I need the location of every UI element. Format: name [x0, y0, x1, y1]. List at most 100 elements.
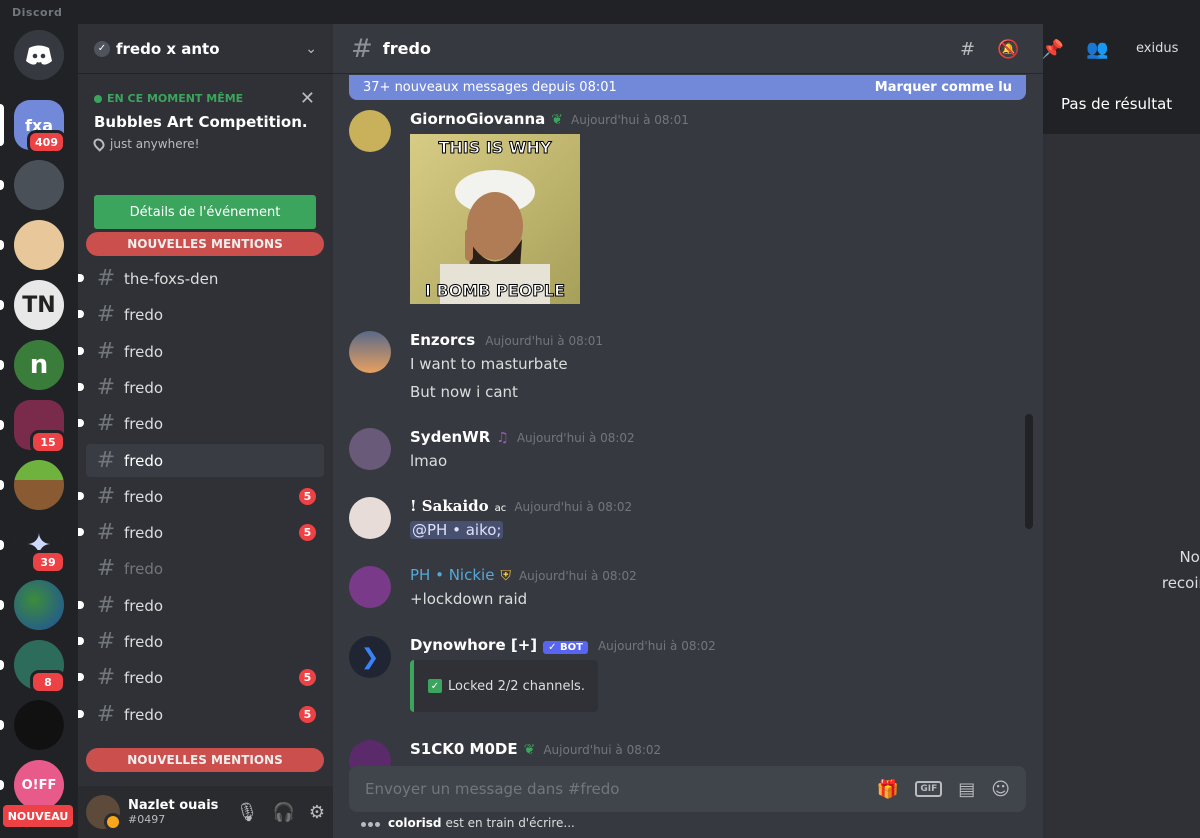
headphones-icon[interactable]: 🎧: [272, 802, 294, 823]
server-folder[interactable]: 15: [0, 400, 66, 454]
channel-item[interactable]: # fredo: [86, 552, 324, 585]
unread-indicator: [78, 347, 84, 355]
chat-area: # fredo 37+ nouveaux messages depuis 08:…: [333, 24, 1043, 838]
message-author[interactable]: Enzorcs: [410, 331, 475, 349]
server-badge: 15: [30, 430, 66, 454]
channel-item[interactable]: # fredo: [78, 625, 324, 658]
server-item[interactable]: [0, 160, 64, 210]
members-icon[interactable]: 👥: [1086, 39, 1108, 60]
message-author[interactable]: Dynowhore [+]: [410, 636, 537, 654]
channel-name: fredo: [124, 451, 164, 470]
meme-image[interactable]: THIS IS WHY I BOMB PEOPLE: [410, 134, 580, 304]
new-servers-badge[interactable]: NOUVEAU: [3, 805, 73, 827]
server-item[interactable]: 8: [0, 640, 66, 694]
mention-badge: 5: [299, 524, 316, 541]
shield-icon: ⛨: [500, 568, 511, 584]
dyno-avatar-icon[interactable]: ❯: [349, 636, 391, 678]
message: Enzorcs Aujourd'hui à 08:01 I want to mas…: [349, 331, 1019, 403]
server-badge: 8: [30, 670, 66, 694]
channel-item[interactable]: # fredo 5: [78, 698, 324, 731]
hashtag-icon: #: [96, 629, 116, 654]
message-input[interactable]: [365, 780, 877, 798]
message-time: Aujourd'hui à 08:01: [571, 113, 689, 127]
server-item[interactable]: [0, 580, 64, 630]
meme-bottom-text: I BOMB PEOPLE: [424, 281, 566, 301]
server-item[interactable]: [0, 460, 64, 510]
new-mentions-bottom[interactable]: NOUVELLES MENTIONS: [86, 748, 324, 772]
meme-figure: [440, 170, 550, 304]
settings-gear-icon[interactable]: ⚙: [309, 802, 325, 823]
message: S1CK0 M0DE ❦ Aujourd'hui à 08:02: [349, 740, 1019, 782]
message-author[interactable]: GiornoGiovanna: [410, 110, 545, 128]
hashtag-icon: #: [96, 702, 116, 727]
channel-item[interactable]: # fredo 5: [78, 661, 324, 694]
server-fxa[interactable]: fxa 409: [0, 100, 66, 154]
server-item[interactable]: TN: [0, 280, 64, 330]
message: GiornoGiovanna ❦ Aujourd'hui à 08:01 THIS …: [349, 110, 1019, 304]
channel-item[interactable]: # fredo: [78, 335, 324, 368]
hashtag-icon: #: [351, 33, 373, 64]
emoji-icon[interactable]: ☺: [991, 779, 1010, 800]
server-header[interactable]: ✓ fredo x anto ⌄: [78, 24, 333, 74]
new-messages-bar[interactable]: 37+ nouveaux messages depuis 08:01 Marqu…: [349, 75, 1026, 100]
channel-name: fredo: [124, 342, 164, 361]
channel-item[interactable]: # fredo 5: [78, 516, 324, 549]
server-item[interactable]: [0, 220, 64, 270]
message-composer: 🎁 GIF ▤ ☺: [349, 766, 1026, 812]
unread-indicator: [78, 383, 84, 391]
header-toolbar: # 🔕 📌 👥: [960, 24, 1108, 74]
new-messages-text: 37+ nouveaux messages depuis 08:01: [363, 80, 617, 95]
hashtag-icon: #: [96, 302, 116, 327]
message-author[interactable]: PH • Nickie: [410, 566, 494, 584]
avatar[interactable]: [349, 428, 391, 470]
hashtag-icon: #: [96, 665, 116, 690]
pin-icon[interactable]: 📌: [1042, 39, 1064, 60]
mark-as-read-button[interactable]: Marquer comme lu: [875, 80, 1012, 95]
user-mention[interactable]: @PH • aiko;: [410, 521, 504, 539]
message-author[interactable]: S1CK0 M0DE: [410, 740, 518, 758]
server-item[interactable]: O!FF: [0, 760, 64, 810]
close-icon[interactable]: ✕: [300, 88, 315, 109]
home-button[interactable]: [14, 30, 64, 80]
hashtag-icon: #: [96, 339, 116, 364]
notification-bell-muted-icon[interactable]: 🔕: [997, 39, 1019, 60]
username: Nazlet ouais: [128, 798, 219, 813]
channel-item[interactable]: # the-foxs-den: [78, 262, 324, 295]
channel-item[interactable]: # fredo: [78, 371, 324, 404]
sticker-icon[interactable]: ▤: [958, 779, 975, 800]
server-avatar: [14, 160, 64, 210]
unread-indicator: [78, 710, 84, 718]
avatar[interactable]: [349, 110, 391, 152]
hashtag-icon: #: [96, 448, 116, 473]
message-author[interactable]: SydenWR: [410, 428, 490, 446]
typing-indicator: colorisd est en train d'écrire...: [361, 816, 575, 830]
avatar[interactable]: [349, 331, 391, 373]
server-item[interactable]: n: [0, 340, 64, 390]
event-details-button[interactable]: Détails de l'événement: [94, 195, 316, 229]
channel-item[interactable]: # fredo: [86, 444, 324, 477]
avatar[interactable]: [349, 566, 391, 608]
gift-icon[interactable]: 🎁: [877, 779, 899, 800]
avatar[interactable]: [349, 497, 391, 539]
unread-indicator: [78, 310, 84, 318]
sprout-icon: ❦: [551, 112, 564, 128]
hashtag-icon: #: [96, 375, 116, 400]
server-item[interactable]: [0, 700, 64, 750]
scrollbar[interactable]: [1025, 414, 1033, 529]
microphone-icon[interactable]: 🎙: [236, 802, 259, 823]
search-input[interactable]: exidus: [1130, 37, 1200, 63]
server-item[interactable]: ✦ 39: [0, 520, 66, 574]
channel-item[interactable]: # fredo: [78, 298, 324, 331]
channel-item[interactable]: # fredo 5: [78, 480, 324, 513]
app-brand: Discord: [12, 6, 63, 19]
channel-item[interactable]: # fredo: [78, 589, 324, 622]
avatar[interactable]: [86, 795, 122, 831]
message-author[interactable]: ! Sakaido: [410, 497, 489, 515]
channel-item[interactable]: # fredo: [78, 407, 324, 440]
threads-icon[interactable]: #: [960, 39, 975, 60]
new-mentions-top[interactable]: NOUVELLES MENTIONS: [86, 232, 324, 256]
message-text: But now i cant: [410, 383, 518, 401]
search-results-panel: Pas de résultat Nous av recoins, m ré: [1043, 74, 1200, 838]
gif-icon[interactable]: GIF: [915, 781, 943, 797]
message-time: Aujourd'hui à 08:02: [518, 569, 637, 583]
